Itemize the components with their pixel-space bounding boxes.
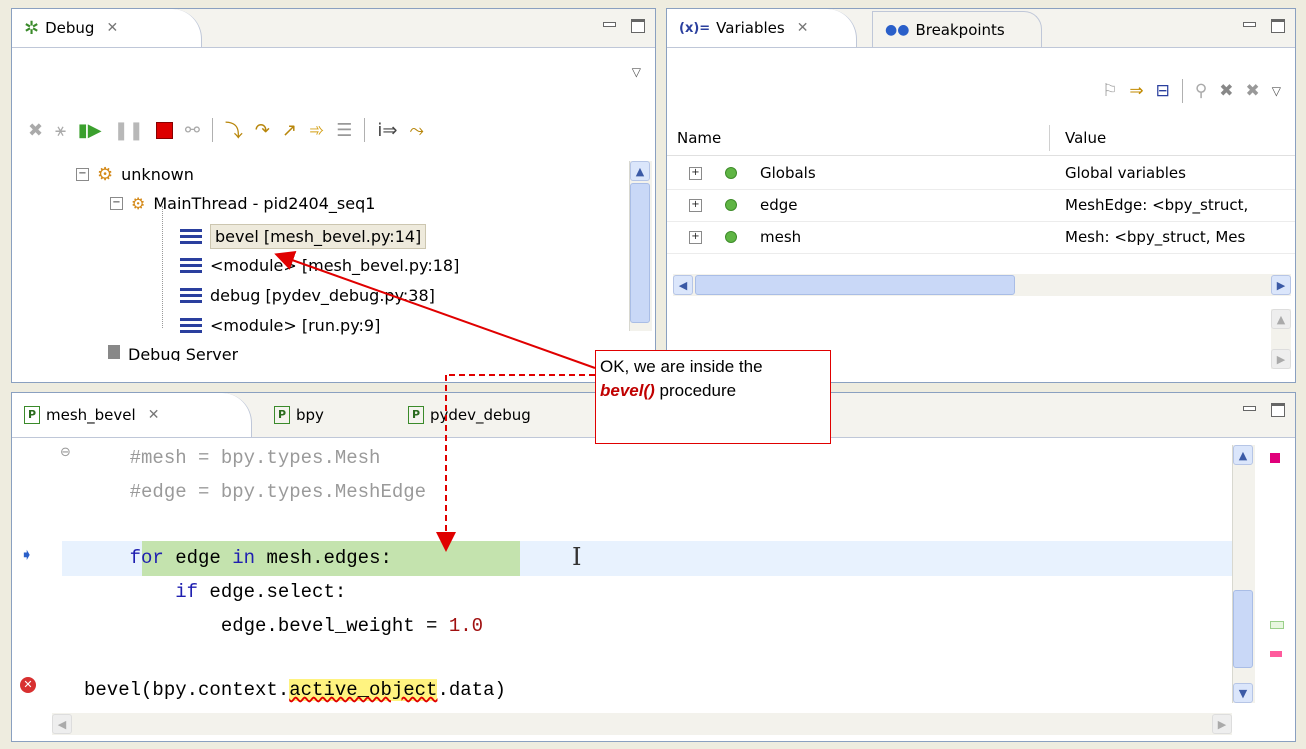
callout-emphasis: bevel() bbox=[600, 381, 655, 400]
callout-text: procedure bbox=[654, 381, 737, 400]
callout-line-2: bevel() procedure bbox=[600, 379, 826, 403]
callout-line-1: OK, we are inside the bbox=[600, 357, 763, 376]
annotation-callout: OK, we are inside the bevel() procedure bbox=[595, 350, 831, 444]
arrow-to-frame bbox=[274, 250, 596, 369]
